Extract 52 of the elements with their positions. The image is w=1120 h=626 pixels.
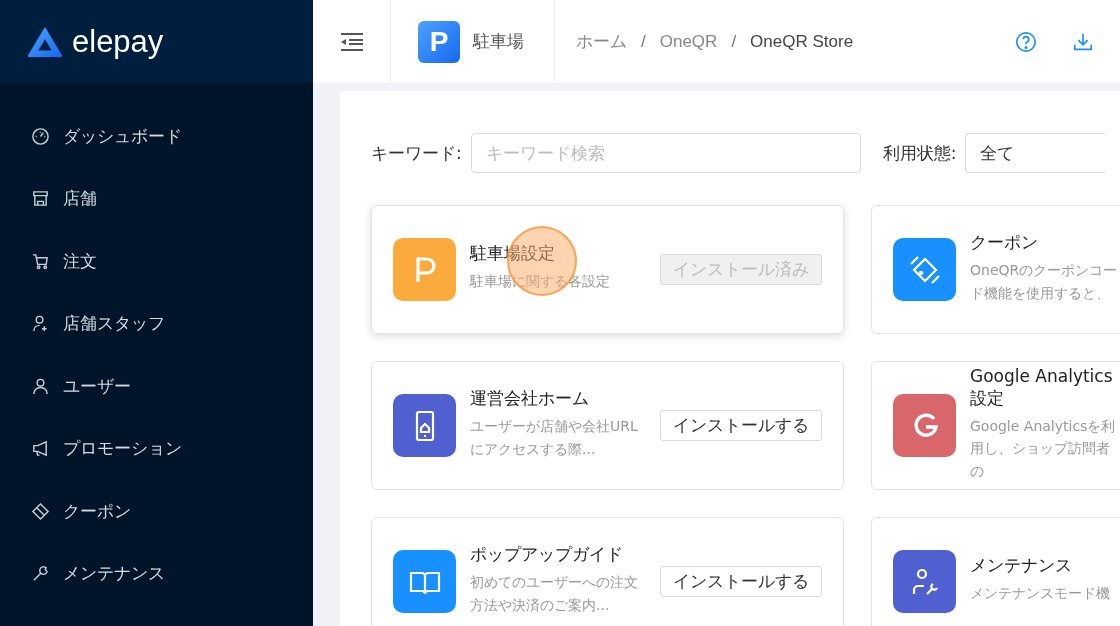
app-card[interactable]: ポップアップガイド 初めてのユーザーへの注文方法や決済のご案内... インストールする (371, 517, 844, 626)
shop-icon (31, 189, 50, 209)
book-icon (393, 550, 456, 613)
app-name: 駐車場 (473, 30, 524, 53)
app-description: 初めてのユーザーへの注文方法や決済のご案内... (470, 573, 639, 615)
cart-icon (31, 251, 50, 271)
sidebar-item[interactable]: 注文 (0, 230, 313, 293)
gauge-icon (31, 126, 50, 146)
user-icon (31, 376, 50, 396)
breadcrumb-separator: / (731, 31, 737, 52)
letter-g-icon (893, 394, 956, 457)
breadcrumb-separator: / (641, 31, 646, 52)
parking-icon (393, 238, 456, 301)
breadcrumb-link[interactable]: ホーム (576, 30, 627, 53)
breadcrumb-link[interactable]: OneQR (659, 31, 718, 52)
megaphone-icon (31, 439, 50, 459)
coupon-icon (893, 238, 956, 301)
app-title: 運営会社ホーム (470, 387, 590, 410)
sidebar-item[interactable]: メンテナンス (0, 542, 313, 605)
install-button[interactable]: インストールする (660, 410, 822, 441)
app-card[interactable]: Google Analytics設定 Google Analyticsを利用し、ショップ訪問者の (871, 361, 1120, 490)
install-button[interactable]: インストールする (660, 566, 822, 597)
menu-fold-icon[interactable] (339, 31, 364, 52)
keyword-label: キーワード: (371, 141, 462, 165)
app-description: ユーザーが店舗や会社URLにアクセスする際... (470, 417, 639, 459)
brand-name: elepay (72, 23, 164, 60)
phone-home-icon (393, 394, 456, 457)
sidebar-item[interactable]: ダッシュボード (0, 105, 313, 168)
app-title: クーポン (970, 231, 1039, 254)
coupon-icon (31, 501, 50, 521)
app-card[interactable]: 運営会社ホーム ユーザーが店舗や会社URLにアクセスする際... インストールする (371, 361, 844, 490)
sidebar-item[interactable]: 店舗スタッフ (0, 292, 313, 355)
breadcrumb-link[interactable]: OneQR Store (750, 31, 854, 52)
sidebar-item[interactable]: ユーザー (0, 355, 313, 418)
app-card[interactable]: クーポン OneQRのクーポンコード機能を使用すると、 (871, 205, 1120, 334)
app-icon: P (418, 20, 460, 63)
help-icon[interactable] (1015, 30, 1037, 53)
app-card[interactable]: メンテナンス メンテナンスモード機 (871, 517, 1120, 626)
status-select[interactable]: 全て (965, 133, 1106, 173)
app-title: Google Analytics設定 (970, 364, 1114, 409)
sidebar-item[interactable]: 店舗 (0, 167, 313, 230)
app-description: Google Analyticsを利用し、ショップ訪問者の (970, 417, 1117, 481)
app-description: OneQRのクーポンコード機能を使用すると、 (970, 261, 1119, 303)
user-add-icon (31, 314, 50, 334)
status-label: 利用状態: (882, 141, 957, 165)
user-wrench-icon (893, 550, 956, 613)
app-description: メンテナンスモード機 (970, 584, 1111, 604)
sidebar-item[interactable]: プロモーション (0, 417, 313, 480)
keyword-search-field[interactable]: キーワード検索 (470, 133, 861, 173)
app-title: ポップアップガイド (470, 543, 624, 566)
sidebar-item[interactable]: クーポン (0, 480, 313, 543)
app-title: メンテナンス (970, 554, 1073, 577)
